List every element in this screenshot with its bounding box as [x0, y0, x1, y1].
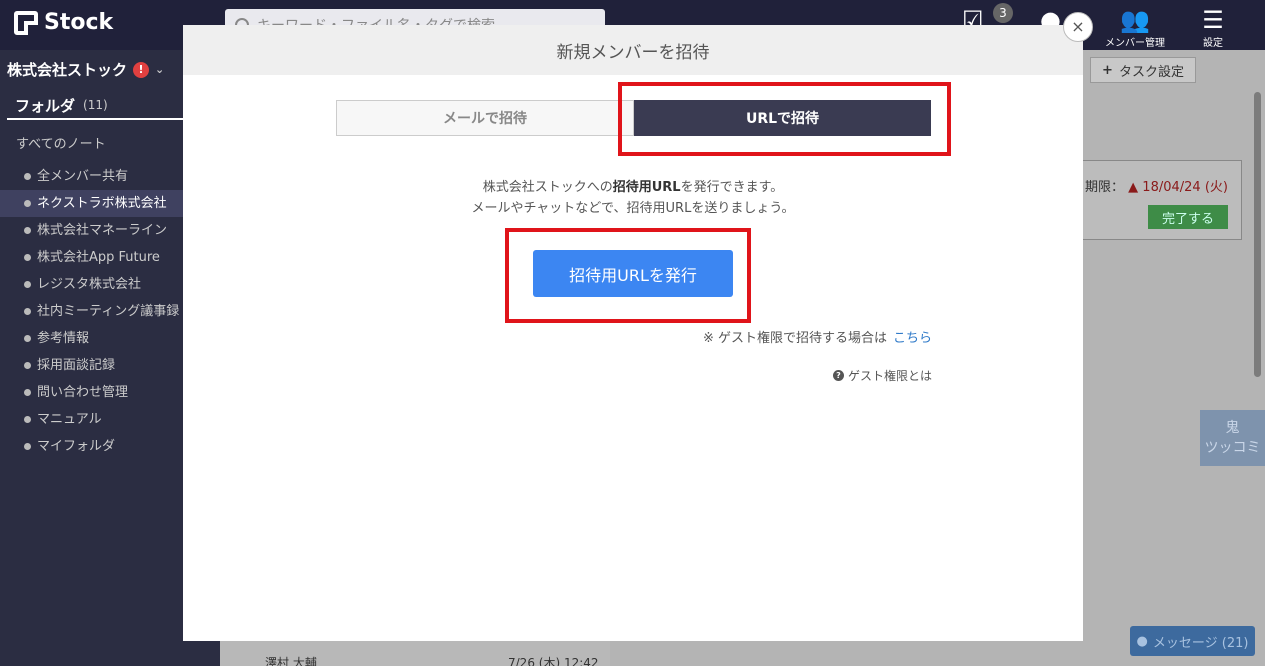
deadline-date: 18/04/24 (火)	[1142, 180, 1228, 195]
folder-count: (11)	[83, 98, 108, 112]
guest-invite-link[interactable]: こちら	[893, 331, 932, 346]
highlight-box-url-tab	[618, 82, 951, 156]
folder-label: ネクストラボ株式会社	[37, 196, 167, 211]
complete-task-button[interactable]: 完了する	[1148, 205, 1228, 229]
question-icon: ?	[832, 370, 844, 381]
app-name: Stock	[44, 10, 114, 35]
folder-dot-icon	[24, 281, 31, 288]
scrollbar[interactable]	[1254, 92, 1261, 377]
oni-label-line1: 鬼	[1225, 420, 1240, 436]
desc-bold: 招待用URL	[612, 180, 681, 195]
folder-dot-icon	[24, 227, 31, 234]
note-timestamp: 7/26 (木) 12:42	[508, 656, 599, 666]
folder-dot-icon	[24, 173, 31, 180]
folder-dot-icon	[24, 389, 31, 396]
folder-label: 株式会社App Future	[37, 250, 160, 265]
settings-label: 設定	[1203, 38, 1223, 49]
folder-dot-icon	[24, 362, 31, 369]
guest-note-text: ※ ゲスト権限で招待する場合は	[702, 331, 887, 346]
desc-line2: メールやチャットなどで、招待用URLを送りましょう。	[471, 201, 795, 216]
task-settings-label: タスク設定	[1118, 64, 1184, 80]
warning-icon: ▲	[1128, 180, 1139, 195]
menu-icon: ☰	[1202, 6, 1224, 34]
folder-dot-icon	[24, 416, 31, 423]
modal-title: 新規メンバーを招待	[183, 25, 1083, 75]
alert-icon: !	[133, 61, 150, 78]
users-icon: 👥	[1120, 6, 1150, 34]
desc-prefix: 株式会社ストックへの	[482, 180, 613, 195]
invite-description: 株式会社ストックへの招待用URLを発行できます。 メールやチャットなどで、招待用…	[183, 177, 1083, 219]
company-name: 株式会社ストック	[7, 61, 128, 79]
desc-suffix: を発行できます。	[680, 180, 784, 195]
folder-label: 参考情報	[37, 331, 90, 346]
folder-label: マイフォルダ	[37, 439, 116, 454]
folder-label: 社内ミーティング議事録	[37, 304, 180, 319]
folder-label: 株式会社マネーライン	[37, 223, 168, 238]
folder-dot-icon	[24, 200, 31, 207]
folder-dot-icon	[24, 308, 31, 315]
company-switcher[interactable]: 株式会社ストック ! ⌄	[7, 59, 164, 80]
folder-label: レジスタ株式会社	[37, 277, 142, 292]
task-deadline: 期限： ▲ 18/04/24 (火)	[1085, 176, 1228, 195]
logo-icon	[14, 10, 38, 35]
folder-label: 採用面談記録	[37, 358, 116, 373]
plus-icon: +	[1102, 62, 1113, 78]
oni-label-line2: ツッコミ	[1204, 440, 1261, 456]
highlight-box-issue-button	[505, 228, 751, 323]
chevron-down-icon: ⌄	[155, 63, 165, 76]
oni-tsukkomi-button[interactable]: 鬼 ツッコミ	[1200, 410, 1265, 466]
folder-label: マニュアル	[37, 412, 102, 427]
tasks-badge: 3	[993, 3, 1013, 23]
folder-dot-icon	[24, 335, 31, 342]
note-author: 澤村 大輔	[265, 656, 317, 666]
tab-invite-email[interactable]: メールで招待	[336, 100, 634, 136]
close-modal-button[interactable]: ×	[1063, 12, 1093, 42]
guest-invite-note: ※ ゲスト権限で招待する場合は こちら	[703, 327, 932, 346]
member-management-label: メンバー管理	[1105, 38, 1165, 49]
folder-title: フォルダ	[15, 96, 76, 115]
guest-help-label: ゲスト権限とは	[847, 369, 932, 383]
all-notes-link[interactable]: すべてのノート	[16, 133, 106, 152]
folder-label: 全メンバー共有	[37, 169, 129, 184]
guest-permission-help-link[interactable]: ? ゲスト権限とは	[832, 367, 932, 384]
message-label: メッセージ (21)	[1152, 635, 1249, 651]
message-button[interactable]: ● メッセージ (21)	[1130, 626, 1255, 656]
settings-button[interactable]: ☰ 設定	[1198, 6, 1228, 49]
folder-label: 問い合わせ管理	[37, 385, 129, 400]
folder-dot-icon	[24, 443, 31, 450]
stock-logo[interactable]: Stock	[14, 10, 113, 35]
folder-dot-icon	[24, 254, 31, 261]
member-management-button[interactable]: 👥 メンバー管理	[1102, 6, 1168, 49]
deadline-label: 期限：	[1085, 180, 1125, 195]
speech-bubble-icon: ●	[1136, 633, 1148, 649]
desc-line1: 株式会社ストックへの招待用URLを発行できます。	[183, 177, 1083, 198]
task-settings-button[interactable]: + タスク設定	[1090, 57, 1196, 83]
